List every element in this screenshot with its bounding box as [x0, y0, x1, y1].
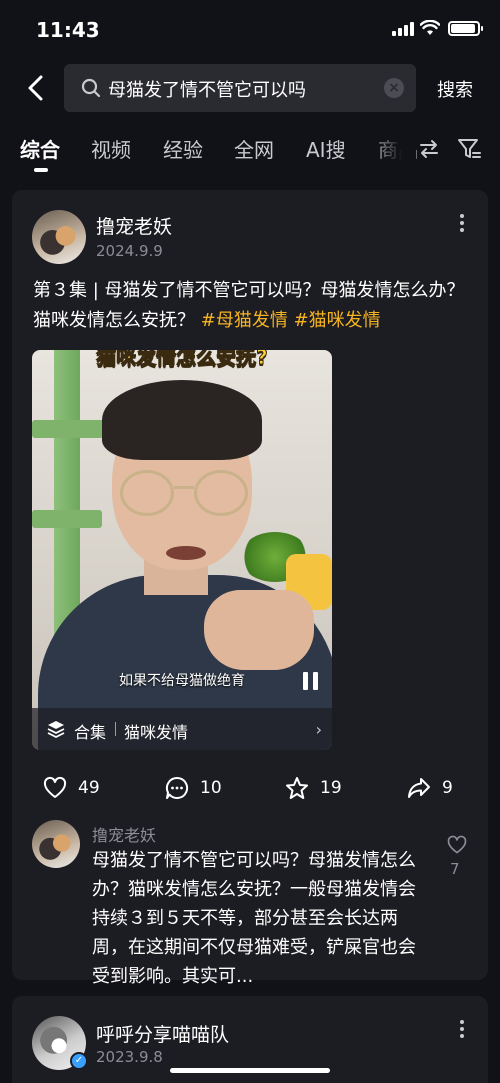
video-subtitle: 如果不给母猫做绝育	[119, 673, 245, 689]
chevron-right-icon: ›	[315, 720, 322, 739]
more-icon[interactable]	[459, 214, 465, 234]
signal-icon	[392, 22, 414, 36]
tab-bar: 综合 视频 经验 全网 AI搜 商品	[0, 130, 500, 180]
layers-icon	[47, 721, 65, 738]
comment-avatar[interactable]	[32, 820, 80, 868]
video-player[interactable]: 猫咪发情怎么安抚? 如果不给母猫做绝育 合集 猫咪发情 ›	[32, 350, 332, 750]
search-icon	[81, 78, 101, 98]
search-button[interactable]: 搜索	[437, 76, 473, 102]
video-scene	[32, 420, 104, 438]
tab-web[interactable]: 全网	[234, 134, 274, 163]
verified-icon: ✓	[70, 1052, 88, 1070]
star-icon	[286, 777, 308, 799]
pause-icon[interactable]	[302, 672, 320, 690]
swap-icon[interactable]	[418, 138, 440, 160]
video-person	[194, 470, 248, 516]
video-person	[120, 470, 174, 516]
action-bar: 49 10 19 9	[12, 772, 488, 804]
comment-like-count: 7	[450, 860, 460, 878]
tab-ai-search[interactable]: AI搜	[306, 134, 346, 163]
collection-divider	[115, 722, 116, 736]
author-name[interactable]: 撸宠老妖	[96, 212, 172, 239]
favorite-button[interactable]: 19	[284, 772, 342, 804]
tab-experience[interactable]: 经验	[163, 134, 203, 163]
comment-button[interactable]: 10	[164, 772, 222, 804]
tab-fade	[370, 130, 416, 170]
video-person	[204, 590, 314, 670]
search-input[interactable]: 母猫发了情不管它可以吗 ×	[64, 64, 416, 112]
like-count: 49	[78, 778, 100, 798]
favorite-count: 19	[320, 778, 342, 798]
author-avatar[interactable]	[32, 210, 86, 264]
author-name[interactable]: 呼呼分享喵喵队	[96, 1020, 229, 1047]
comment-text[interactable]: 母猫发了情不管它可以吗？母猫发情怎么办？猫咪发情怎么安抚？一般母猫发情会持续３到…	[92, 846, 422, 991]
status-time: 11:43	[36, 18, 100, 42]
post-date: 2023.9.8	[96, 1048, 163, 1066]
search-query[interactable]: 母猫发了情不管它可以吗	[108, 76, 306, 102]
filter-icon[interactable]	[456, 136, 482, 162]
search-header: 母猫发了情不管它可以吗 × 搜索	[0, 62, 500, 114]
home-indicator	[170, 1068, 330, 1073]
collection-label: 合集	[74, 723, 107, 742]
clear-icon[interactable]: ×	[384, 78, 404, 98]
like-button[interactable]: 49	[42, 772, 100, 804]
tab-comprehensive[interactable]: 综合	[20, 134, 60, 163]
share-button[interactable]: 9	[406, 772, 453, 804]
battery-icon	[448, 21, 483, 36]
collection-name: 猫咪发情	[124, 723, 189, 742]
hashtag[interactable]: #母猫发情	[201, 310, 288, 331]
hashtag[interactable]: #猫咪发情	[294, 310, 381, 331]
video-person	[174, 486, 194, 489]
tab-active-indicator	[34, 168, 48, 172]
tab-video[interactable]: 视频	[91, 134, 131, 163]
heart-icon[interactable]	[446, 834, 468, 856]
video-person	[102, 380, 262, 460]
more-icon[interactable]	[459, 1020, 465, 1040]
post-title[interactable]: 第３集 | 母猫发了情不管它可以吗？母猫发情怎么办？猫咪发情怎么安抚？ #母猫发…	[33, 276, 473, 336]
comment-icon	[165, 776, 189, 799]
collection-bar[interactable]: 合集 猫咪发情 ›	[32, 708, 332, 750]
video-overlay-title: 猫咪发情怎么安抚?	[96, 350, 269, 369]
comment-author[interactable]: 撸宠老妖	[92, 822, 156, 846]
share-count: 9	[442, 778, 453, 798]
video-person	[166, 546, 206, 560]
post-card[interactable]: 撸宠老妖 2024.9.9 第３集 | 母猫发了情不管它可以吗？母猫发情怎么办？…	[12, 190, 488, 987]
wifi-icon	[420, 20, 440, 35]
status-bar: 11:43	[0, 0, 500, 60]
post-date: 2024.9.9	[96, 242, 163, 260]
video-scene	[32, 510, 102, 528]
back-icon[interactable]	[22, 72, 52, 104]
share-icon	[408, 778, 430, 798]
heart-icon	[43, 776, 67, 798]
comment-count: 10	[200, 778, 222, 798]
